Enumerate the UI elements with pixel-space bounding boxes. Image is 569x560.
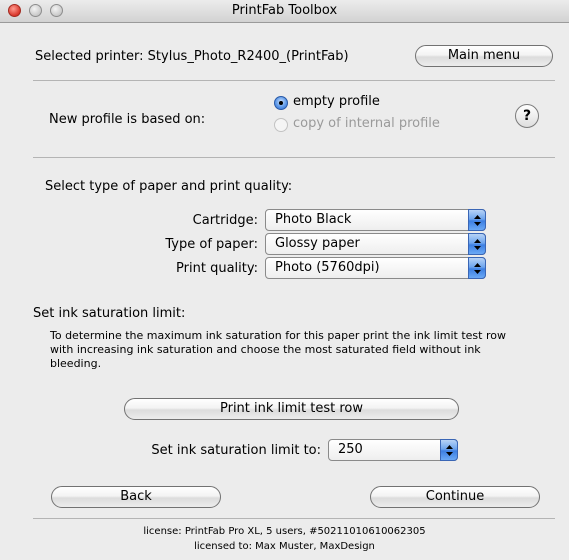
license-text: license: PrintFab Pro XL, 5 users, #5021…: [143, 526, 426, 537]
cartridge-select[interactable]: Photo Black: [265, 209, 486, 231]
popup-arrows-icon: [468, 257, 486, 279]
ink-description: To determine the maximum ink saturation …: [50, 329, 506, 370]
ink-limit-label: Set ink saturation limit to:: [151, 443, 321, 458]
title-bar: PrintFab Toolbox: [0, 0, 569, 23]
paper-type-select[interactable]: Glossy paper: [265, 233, 486, 255]
paper-type-value: Glossy paper: [275, 236, 360, 251]
print-ink-limit-test-button[interactable]: Print ink limit test row: [124, 398, 459, 420]
ink-limit-select[interactable]: 250: [328, 439, 458, 461]
paper-type-label: Type of paper:: [165, 237, 258, 252]
radio-copy-internal-profile[interactable]: [274, 118, 288, 132]
back-button[interactable]: Back: [51, 486, 221, 508]
continue-button[interactable]: Continue: [370, 486, 540, 508]
divider: [33, 157, 555, 158]
popup-arrows-icon: [468, 233, 486, 255]
divider: [33, 80, 555, 81]
print-quality-value: Photo (5760dpi): [275, 260, 380, 275]
print-quality-select[interactable]: Photo (5760dpi): [265, 257, 486, 279]
popup-arrows-icon: [468, 209, 486, 231]
window-title: PrintFab Toolbox: [231, 3, 338, 18]
radio-copy-internal-profile-label: copy of internal profile: [293, 116, 440, 131]
popup-arrows-icon: [440, 439, 458, 461]
selected-printer-text: Selected printer: Stylus_Photo_R2400_(Pr…: [35, 49, 349, 64]
cartridge-label: Cartridge:: [192, 213, 258, 228]
ink-limit-value: 250: [338, 442, 363, 457]
radio-empty-profile-label[interactable]: empty profile: [293, 94, 380, 109]
help-button[interactable]: ?: [515, 104, 539, 128]
divider: [33, 518, 555, 519]
cartridge-value: Photo Black: [275, 212, 352, 227]
ink-section-heading: Set ink saturation limit:: [33, 306, 186, 321]
print-quality-label: Print quality:: [176, 261, 258, 276]
paper-section-heading: Select type of paper and print quality:: [45, 179, 293, 194]
profile-base-label: New profile is based on:: [49, 112, 206, 127]
licensed-to-text: licensed to: Max Muster, MaxDesign: [194, 541, 375, 552]
main-menu-button[interactable]: Main menu: [415, 45, 553, 67]
help-question-icon: ?: [522, 108, 532, 124]
radio-empty-profile[interactable]: [274, 96, 288, 110]
